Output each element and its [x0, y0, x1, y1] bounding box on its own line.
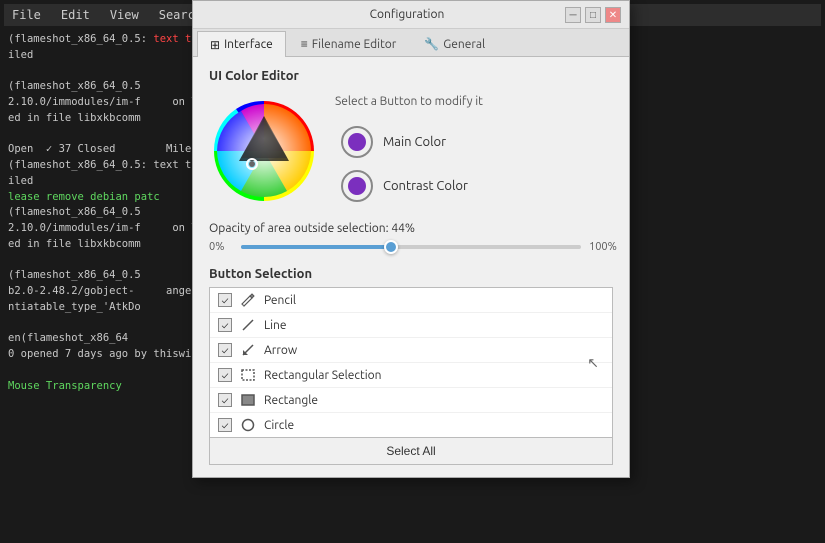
slider-row: 0% 100%	[209, 241, 613, 253]
line-icon	[240, 317, 256, 333]
contrast-color-option[interactable]: Contrast Color	[335, 166, 613, 206]
color-hint: Select a Button to modify it	[335, 95, 613, 108]
slider-fill	[241, 245, 391, 249]
pencil-icon	[240, 292, 256, 308]
circle-icon	[240, 417, 256, 433]
contrast-color-circle	[341, 170, 373, 202]
tab-bar: ⊞ Interface ≡ Filename Editor 🔧 General	[193, 29, 629, 57]
circle-label: Circle	[264, 419, 294, 432]
arrow-label: Arrow	[264, 344, 297, 357]
main-color-option[interactable]: Main Color	[335, 122, 613, 162]
main-color-label: Main Color	[383, 135, 446, 149]
selection-list-wrapper: Pencil Line	[209, 287, 613, 438]
tab-interface-label: Interface	[224, 38, 273, 51]
rect-sel-label: Rectangular Selection	[264, 369, 382, 382]
list-item[interactable]: Circle	[210, 413, 612, 437]
slider-max-label: 100%	[589, 241, 613, 253]
dialog-titlebar: Configuration ─ □ ✕	[193, 1, 629, 29]
selection-list: Pencil Line	[209, 287, 613, 438]
line-checkbox[interactable]	[218, 318, 232, 332]
main-color-circle	[341, 126, 373, 158]
tab-filename-editor[interactable]: ≡ Filename Editor	[288, 31, 410, 56]
color-options: Select a Button to modify it Main Color …	[335, 95, 613, 206]
color-editor: Select a Button to modify it Main Color …	[209, 95, 613, 206]
maximize-button[interactable]: □	[585, 7, 601, 23]
rectangle-icon	[240, 392, 256, 408]
rectangular-selection-icon	[240, 367, 256, 383]
list-item[interactable]: Arrow	[210, 338, 612, 363]
line-label: Line	[264, 319, 287, 332]
close-button[interactable]: ✕	[605, 7, 621, 23]
opacity-label: Opacity of area outside selection: 44%	[209, 222, 613, 235]
slider-thumb[interactable]	[384, 240, 398, 254]
pencil-label: Pencil	[264, 294, 296, 307]
color-wheel-svg	[209, 96, 319, 206]
dialog-title: Configuration	[249, 8, 565, 21]
arrow-checkbox[interactable]	[218, 343, 232, 357]
dialog-controls: ─ □ ✕	[565, 7, 621, 23]
tab-filename-editor-label: Filename Editor	[312, 38, 397, 51]
filename-editor-tab-icon: ≡	[301, 37, 308, 51]
configuration-dialog: Configuration ─ □ ✕ ⊞ Interface ≡ Filena…	[192, 0, 630, 478]
tab-interface[interactable]: ⊞ Interface	[197, 31, 286, 57]
pencil-checkbox[interactable]	[218, 293, 232, 307]
tab-general[interactable]: 🔧 General	[411, 31, 498, 56]
arrow-icon	[240, 342, 256, 358]
dialog-body: UI Color Editor	[193, 57, 629, 477]
contrast-color-label: Contrast Color	[383, 179, 468, 193]
list-item[interactable]: Rectangle	[210, 388, 612, 413]
rectangle-label: Rectangle	[264, 394, 318, 407]
minimize-button[interactable]: ─	[565, 7, 581, 23]
list-item[interactable]: Pencil	[210, 288, 612, 313]
contrast-color-swatch	[348, 177, 366, 195]
list-item[interactable]: Line	[210, 313, 612, 338]
button-selection-title: Button Selection	[209, 267, 613, 281]
color-wheel[interactable]	[209, 96, 319, 206]
list-item[interactable]: Rectangular Selection	[210, 363, 612, 388]
button-selection: Button Selection Pencil	[209, 267, 613, 465]
select-all-button[interactable]: Select All	[209, 438, 613, 465]
tab-general-label: General	[443, 38, 485, 51]
menu-edit[interactable]: Edit	[61, 8, 90, 22]
interface-tab-icon: ⊞	[210, 38, 220, 52]
menu-file[interactable]: File	[12, 8, 41, 22]
main-color-swatch	[348, 133, 366, 151]
slider-min-label: 0%	[209, 241, 233, 253]
general-tab-icon: 🔧	[424, 37, 439, 51]
opacity-section: Opacity of area outside selection: 44% 0…	[209, 222, 613, 253]
rect-sel-checkbox[interactable]	[218, 368, 232, 382]
opacity-slider[interactable]	[241, 245, 581, 249]
menu-view[interactable]: View	[110, 8, 139, 22]
section-title: UI Color Editor	[209, 69, 613, 83]
circle-checkbox[interactable]	[218, 418, 232, 432]
rectangle-checkbox[interactable]	[218, 393, 232, 407]
